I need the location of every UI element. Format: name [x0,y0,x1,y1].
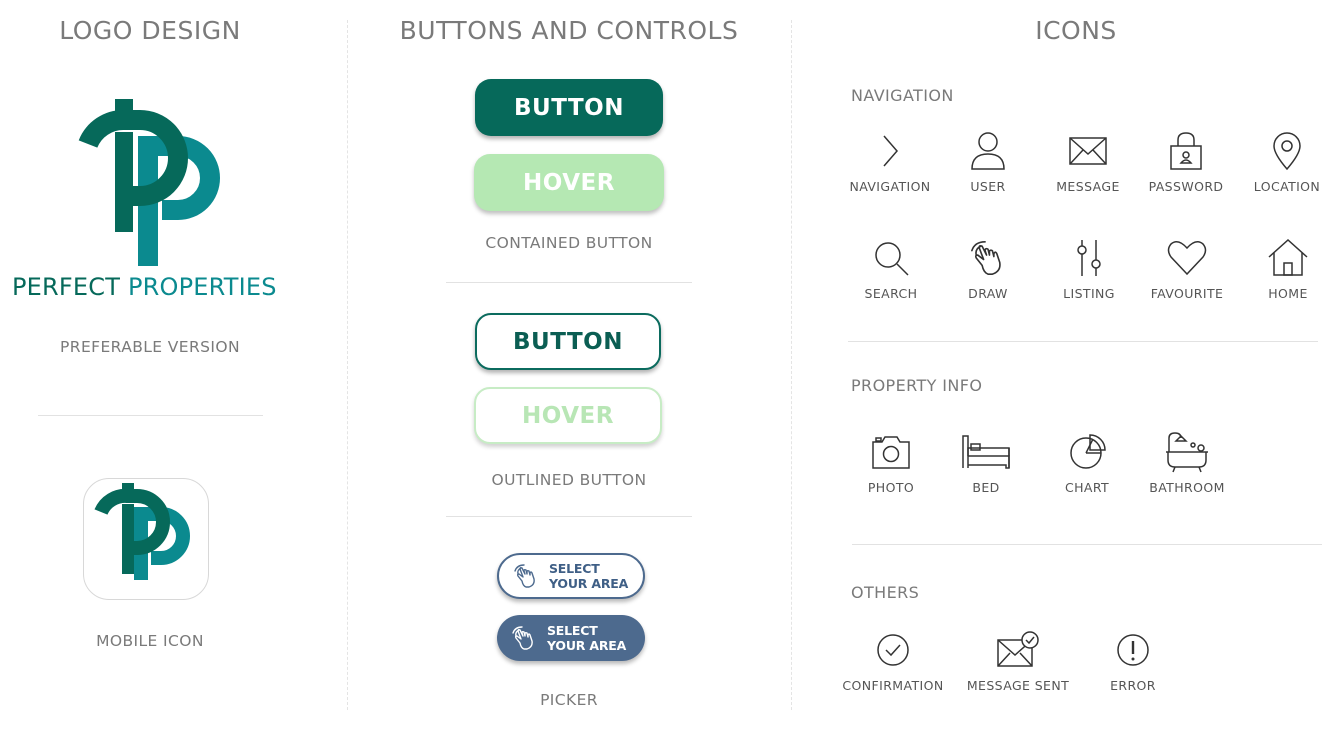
camera-icon [872,436,910,469]
icon-label-search: SEARCH [864,286,918,301]
logo-wordmark: PERFECT PROPERTIES [12,273,302,301]
icon-bed[interactable]: BED [931,430,1041,495]
lock-icon [1170,132,1202,170]
icon-label-favourite: FAVOURITE [1150,286,1224,301]
icon-chart[interactable]: CHART [1032,430,1142,495]
mobile-logo-mark [94,483,190,580]
error-icon [1117,634,1149,666]
icon-error[interactable]: ERROR [1078,628,1188,693]
logo-section-title: LOGO DESIGN [59,16,241,45]
picker-label-line2: YOUR AREA [549,576,629,591]
hand-pointer-icon [512,626,533,650]
navigation-section-title: NAVIGATION [851,86,954,105]
outlined-button-caption: OUTLINED BUTTON [491,471,647,489]
icon-label-chart: CHART [1064,480,1110,495]
logo-divider [38,415,263,416]
icon-favourite[interactable]: FAVOURITE [1132,236,1242,301]
sliders-icon [1077,240,1101,276]
others-section-title: OTHERS [851,583,920,602]
icon-label-message-sent: MESSAGE SENT [966,678,1070,693]
icon-label-user: USER [970,179,1006,194]
property-info-section-title: PROPERTY INFO [851,376,983,395]
icon-label-photo: PHOTO [867,480,915,495]
icon-listing[interactable]: LISTING [1034,236,1144,301]
check-circle-icon [877,634,909,666]
contained-button[interactable]: BUTTON [475,79,663,136]
picker-active-label-line2: YOUR AREA [547,638,627,653]
contained-button-hover[interactable]: HOVER [474,154,664,211]
envelope-icon [1069,137,1107,165]
bathtub-icon [1166,432,1208,473]
buttons-section-title: BUTTONS AND CONTROLS [399,16,739,45]
icon-message-sent[interactable]: MESSAGE SENT [963,628,1073,693]
icon-location[interactable]: LOCATION [1232,129,1330,194]
icon-label-confirmation: CONFIRMATION [842,678,944,693]
perfect-properties-logo [78,99,220,266]
hand-pointer-icon [514,564,535,588]
icon-user[interactable]: USER [933,129,1043,194]
icon-label-draw: DRAW [968,286,1008,301]
picker-active-label: SELECT YOUR AREA [547,623,626,653]
heart-icon [1167,241,1207,276]
picker-caption: PICKER [540,691,598,709]
outlined-button[interactable]: BUTTON [475,313,661,370]
bed-icon [962,435,1010,469]
hand-pointer-icon [971,241,1001,275]
search-icon [875,242,909,276]
map-pin-icon [1273,132,1301,171]
icon-message[interactable]: MESSAGE [1033,129,1143,194]
icon-search[interactable]: SEARCH [836,236,946,301]
column-divider-left [347,20,348,710]
icon-confirmation[interactable]: CONFIRMATION [838,628,948,693]
icon-label-bed: BED [972,480,1000,495]
message-sent-icon [997,631,1039,667]
icon-navigation[interactable]: NAVIGATION [835,129,945,194]
chevron-right-icon [883,135,898,167]
column-divider-right [791,20,792,710]
icon-label-home: HOME [1268,286,1308,301]
icon-home[interactable]: HOME [1233,236,1330,301]
area-picker[interactable]: SELECT YOUR AREA [497,553,645,599]
mobile-icon-caption: MOBILE ICON [96,632,204,650]
icons-divider-2 [852,544,1322,545]
home-icon [1268,238,1308,276]
icon-label-password: PASSWORD [1148,179,1224,194]
buttons-divider-1 [446,282,692,283]
icons-divider-1 [848,341,1318,342]
picker-active-label-line1: SELECT [547,623,598,638]
icon-label-message: MESSAGE [1056,179,1120,194]
icon-label-location: LOCATION [1253,179,1321,194]
icon-bathroom[interactable]: BATHROOM [1132,430,1242,495]
buttons-divider-2 [446,516,692,517]
pie-chart-icon [1070,434,1106,469]
picker-label: SELECT YOUR AREA [549,561,628,591]
area-picker-active[interactable]: SELECT YOUR AREA [497,615,645,661]
icon-label-bathroom: BATHROOM [1149,480,1225,495]
icon-photo[interactable]: PHOTO [836,430,946,495]
logo-word-properties: PROPERTIES [127,273,277,301]
icon-draw[interactable]: DRAW [933,236,1043,301]
icon-label-navigation: NAVIGATION [849,179,931,194]
icon-label-error: ERROR [1110,678,1156,693]
picker-label-line1: SELECT [549,561,600,576]
icons-section-title: ICONS [1035,16,1117,45]
outlined-button-hover[interactable]: HOVER [474,387,662,444]
icon-password[interactable]: PASSWORD [1131,129,1241,194]
logo-word-perfect: PERFECT [12,273,121,301]
mobile-app-icon [83,478,209,600]
preferable-version-caption: PREFERABLE VERSION [60,338,240,356]
icon-label-listing: LISTING [1063,286,1115,301]
user-icon [971,132,1005,170]
contained-button-caption: CONTAINED BUTTON [485,234,653,252]
